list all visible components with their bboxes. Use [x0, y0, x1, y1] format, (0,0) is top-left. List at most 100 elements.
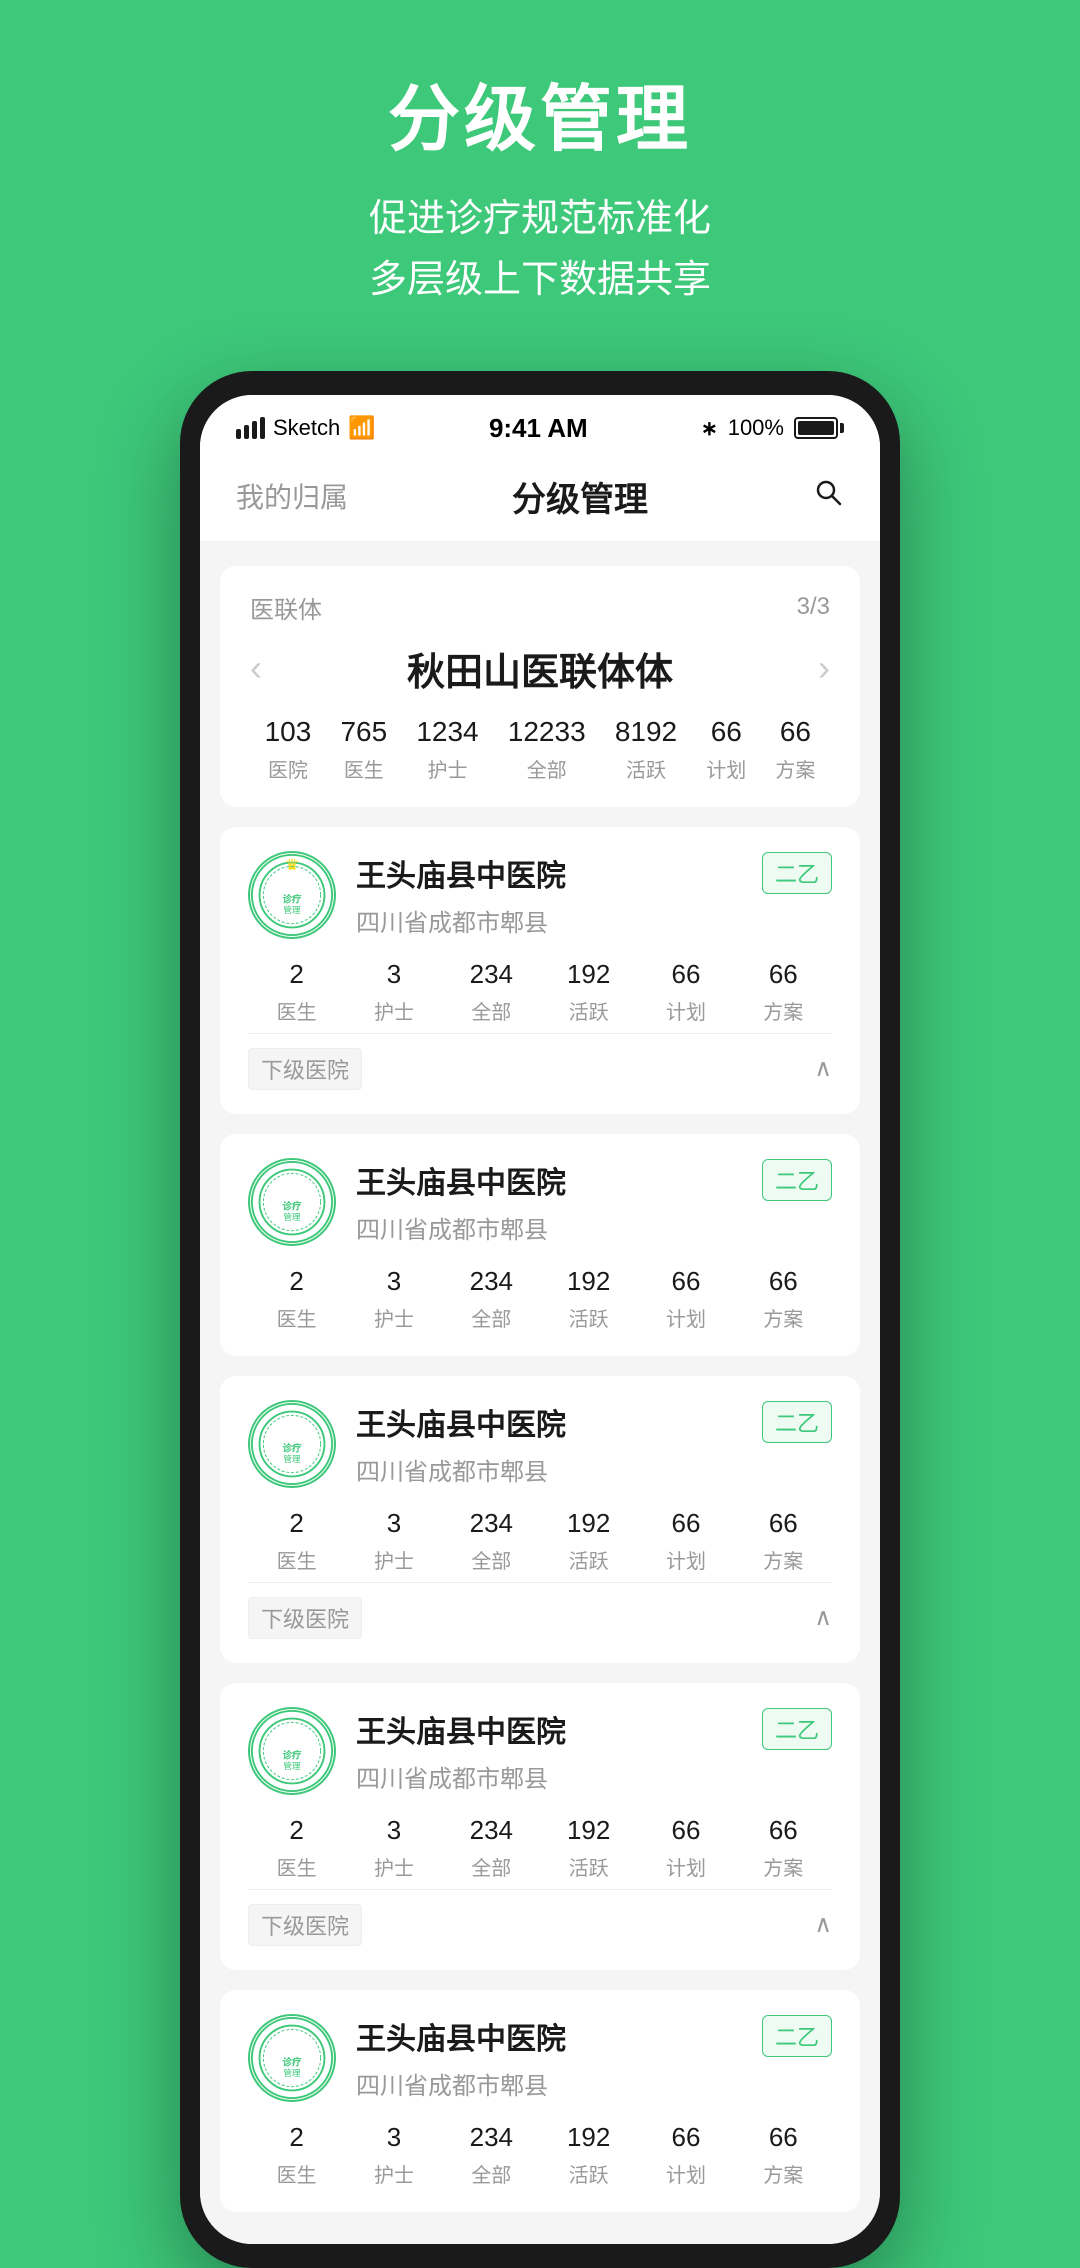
stat-value: 66 — [711, 716, 742, 748]
hospital-stat-item: 192 活跃 — [540, 2122, 637, 2188]
hospital-name: 王头庙县中医院 — [356, 1158, 566, 1202]
stat-value: 192 — [567, 1266, 610, 1297]
hospital-name-row: 王头庙县中医院 二乙 — [356, 1158, 832, 1202]
stat-value: 192 — [567, 1815, 610, 1846]
hospital-stat-item: 192 活跃 — [540, 1508, 637, 1574]
alliance-pagination: 3/3 — [797, 593, 830, 621]
stat-value: 66 — [769, 1266, 798, 1297]
hospital-stat-item: 3 护士 — [345, 959, 442, 1025]
hospital-name: 王头庙县中医院 — [356, 851, 566, 895]
stat-value: 234 — [470, 1266, 513, 1297]
stat-label: 护士 — [374, 1303, 414, 1332]
stat-label: 医生 — [277, 996, 317, 1025]
hospital-name-row: 王头庙县中医院 二乙 — [356, 1707, 832, 1751]
status-time: 9:41 AM — [489, 413, 588, 444]
hospital-stat-item: 234 全部 — [443, 1266, 540, 1332]
stat-value: 234 — [470, 959, 513, 990]
stat-label: 医生 — [344, 754, 384, 783]
hospital-stat-item: 192 活跃 — [540, 1266, 637, 1332]
nav-title: 分级管理 — [512, 472, 648, 521]
sub-hospital-divider: 下级医院 ∧ — [248, 1889, 832, 1946]
hospital-address: 四川省成都市郫县 — [356, 1459, 548, 1486]
nav-back-label[interactable]: 我的归属 — [236, 476, 348, 516]
battery-percent: 100% — [728, 415, 784, 441]
stat-label: 护士 — [427, 754, 467, 783]
hospital-stat-item: 2 医生 — [248, 2122, 345, 2188]
hospital-stat-item: 3 护士 — [345, 1508, 442, 1574]
search-icon[interactable] — [812, 476, 844, 516]
hospital-stats: 2 医生 3 护士 234 全部 192 活跃 66 计划 66 方案 — [248, 1266, 832, 1332]
stat-label: 活跃 — [569, 1303, 609, 1332]
stat-value: 3 — [387, 1815, 401, 1846]
hospital-info: 王头庙县中医院 二乙 四川省成都市郫县 — [356, 1707, 832, 1794]
hospital-card[interactable]: ♛ 诊疗 管理 王头庙县中医院 二乙 四川省成都市郫县 2 医生 — [220, 827, 860, 1114]
stat-value: 66 — [672, 2122, 701, 2153]
hospital-address: 四川省成都市郫县 — [356, 910, 548, 937]
stat-value: 192 — [567, 959, 610, 990]
svg-text:诊疗: 诊疗 — [282, 1749, 302, 1761]
sub-hospital-label: 下级医院 — [248, 1597, 362, 1639]
alliance-stat-item: 66 计划 — [706, 716, 746, 783]
stat-label: 医院 — [268, 754, 308, 783]
svg-text:诊疗: 诊疗 — [282, 893, 302, 905]
stat-label: 方案 — [763, 996, 803, 1025]
alliance-nav: ‹ 秋田山医联体体 › — [250, 641, 830, 696]
hospital-name-row: 王头庙县中医院 二乙 — [356, 851, 832, 895]
stat-label: 活跃 — [626, 754, 666, 783]
collapse-icon[interactable]: ∧ — [814, 1054, 832, 1083]
hospital-info: 王头庙县中医院 二乙 四川省成都市郫县 — [356, 1158, 832, 1245]
stat-value: 234 — [470, 2122, 513, 2153]
hospital-stat-item: 234 全部 — [443, 959, 540, 1025]
stat-label: 活跃 — [569, 2159, 609, 2188]
prev-arrow-icon[interactable]: ‹ — [250, 647, 262, 689]
hospital-logo: 诊疗 管理 — [248, 1158, 336, 1246]
hospital-name-row: 王头庙县中医院 二乙 — [356, 1400, 832, 1444]
status-bar: Sketch 📶 9:41 AM ∗ 100% — [200, 395, 880, 456]
stat-value: 3 — [387, 959, 401, 990]
hospital-top: ♛ 诊疗 管理 王头庙县中医院 二乙 四川省成都市郫县 — [248, 851, 832, 939]
stat-value: 66 — [769, 2122, 798, 2153]
svg-text:诊疗: 诊疗 — [282, 1442, 302, 1454]
hospital-name-row: 王头庙县中医院 二乙 — [356, 2014, 832, 2058]
battery-icon — [794, 417, 844, 439]
hospital-card[interactable]: 诊疗 管理 王头庙县中医院 二乙 四川省成都市郫县 2 医生 3 护士 — [220, 1990, 860, 2212]
stat-value: 66 — [672, 1815, 701, 1846]
stat-label: 全部 — [471, 2159, 511, 2188]
hospital-stats: 2 医生 3 护士 234 全部 192 活跃 66 计划 66 方案 — [248, 2122, 832, 2188]
stat-value: 66 — [769, 959, 798, 990]
hospital-card[interactable]: 诊疗 管理 王头庙县中医院 二乙 四川省成都市郫县 2 医生 3 护士 — [220, 1376, 860, 1663]
stat-value: 66 — [672, 1508, 701, 1539]
stat-label: 医生 — [277, 1545, 317, 1574]
nav-bar: 我的归属 分级管理 — [200, 456, 880, 542]
stat-label: 护士 — [374, 1852, 414, 1881]
hospital-top: 诊疗 管理 王头庙县中医院 二乙 四川省成都市郫县 — [248, 2014, 832, 2102]
stat-label: 医生 — [277, 2159, 317, 2188]
hospital-stats: 2 医生 3 护士 234 全部 192 活跃 66 计划 66 方案 — [248, 1815, 832, 1881]
next-arrow-icon[interactable]: › — [818, 647, 830, 689]
hospital-badge: 二乙 — [762, 1708, 832, 1750]
stat-value: 66 — [672, 959, 701, 990]
hospital-logo: 诊疗 管理 — [248, 2014, 336, 2102]
stat-label: 全部 — [471, 996, 511, 1025]
hospital-card[interactable]: 诊疗 管理 王头庙县中医院 二乙 四川省成都市郫县 2 医生 3 护士 — [220, 1683, 860, 1970]
stat-label: 护士 — [374, 2159, 414, 2188]
stat-value: 66 — [672, 1266, 701, 1297]
hospital-info: 王头庙县中医院 二乙 四川省成都市郫县 — [356, 851, 832, 938]
hospital-logo: 诊疗 管理 — [248, 1400, 336, 1488]
hospital-stat-item: 66 计划 — [637, 2122, 734, 2188]
svg-text:管理: 管理 — [283, 1453, 301, 1464]
alliance-stat-item: 1234 护士 — [416, 716, 478, 783]
hospital-stat-item: 66 计划 — [637, 1815, 734, 1881]
stat-label: 方案 — [775, 754, 815, 783]
hospital-stat-item: 3 护士 — [345, 2122, 442, 2188]
hospital-stat-item: 2 医生 — [248, 959, 345, 1025]
alliance-stat-item: 66 方案 — [775, 716, 815, 783]
hospital-card[interactable]: 诊疗 管理 王头庙县中医院 二乙 四川省成都市郫县 2 医生 3 护士 — [220, 1134, 860, 1356]
bluetooth-icon: ∗ — [701, 416, 718, 441]
stat-value: 66 — [769, 1815, 798, 1846]
collapse-icon[interactable]: ∧ — [814, 1603, 832, 1632]
svg-text:管理: 管理 — [283, 904, 301, 915]
hospital-badge: 二乙 — [762, 2015, 832, 2057]
collapse-icon[interactable]: ∧ — [814, 1910, 832, 1939]
svg-text:♛: ♛ — [285, 857, 299, 874]
